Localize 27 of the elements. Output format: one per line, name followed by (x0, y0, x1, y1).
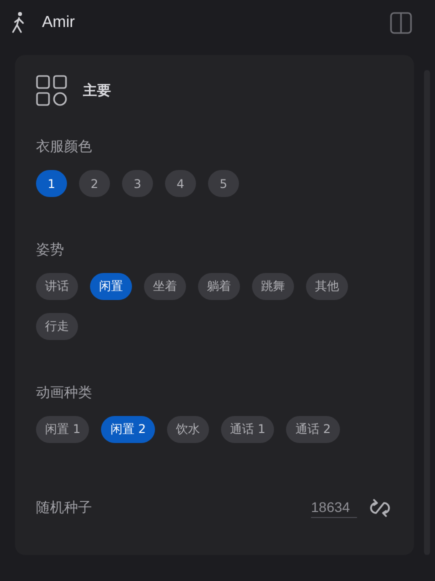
option-chip[interactable]: 2 (79, 170, 110, 197)
option-chip[interactable]: 闲置 2 (101, 416, 155, 443)
split-panel-icon[interactable] (390, 12, 412, 34)
grid-icon (36, 75, 67, 106)
section-label: 动画种类 (36, 384, 93, 402)
option-chip[interactable]: 3 (122, 170, 153, 197)
option-chip[interactable]: 闲置 1 (36, 416, 90, 443)
character-name: Amir (42, 14, 76, 32)
option-chip[interactable]: 跳舞 (252, 273, 294, 300)
option-chip[interactable]: 饮水 (166, 416, 209, 443)
option-chip[interactable]: 通话 1 (220, 416, 274, 443)
shuffle-icon[interactable] (367, 498, 393, 518)
card-title: 主要 (83, 82, 111, 100)
option-chip[interactable]: 其他 (306, 273, 348, 300)
section-label: 衣服颜色 (36, 138, 93, 156)
option-chip[interactable]: 4 (165, 170, 196, 197)
option-chip[interactable]: 躺着 (198, 273, 240, 300)
option-chip[interactable]: 坐着 (144, 273, 186, 300)
option-chip[interactable]: 通话 2 (286, 416, 340, 443)
seed-field[interactable]: 18634 (311, 497, 357, 518)
option-chip[interactable]: 1 (36, 170, 67, 197)
seed-label: 随机种子 (36, 498, 92, 516)
section-label: 姿势 (36, 241, 65, 259)
option-chip[interactable]: 讲话 (36, 273, 78, 300)
option-chip[interactable]: 5 (208, 170, 239, 197)
option-chip[interactable]: 行走 (36, 313, 78, 340)
option-chip[interactable]: 闲置 (90, 273, 132, 300)
